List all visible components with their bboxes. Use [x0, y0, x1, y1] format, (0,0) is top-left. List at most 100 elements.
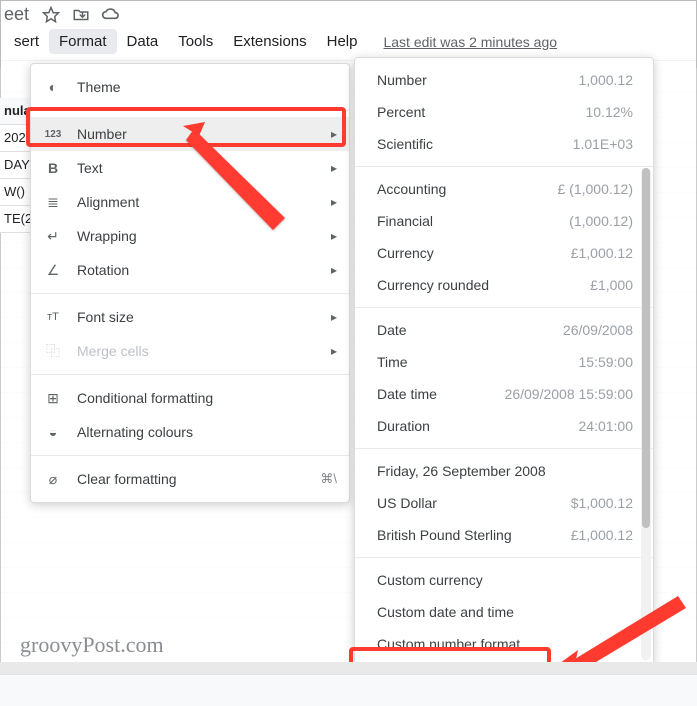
- menu-item-label: Number: [77, 126, 331, 142]
- format-example: (1,000.12): [569, 213, 633, 229]
- format-label: British Pound Sterling: [377, 527, 571, 543]
- menu-item-label: Alignment: [77, 194, 331, 210]
- menu-item-label: Text: [77, 160, 331, 176]
- number-format-currency[interactable]: Currency£1,000.12: [355, 237, 653, 269]
- number-format-custom-currency[interactable]: Custom currency: [355, 564, 653, 596]
- wrap-icon: ↵: [43, 226, 63, 246]
- menu-item-label: Merge cells: [77, 343, 331, 359]
- format-label: Financial: [377, 213, 569, 229]
- menu-item-number[interactable]: 123 Number▸: [31, 117, 349, 151]
- merge-icon: ⿻: [43, 341, 63, 361]
- format-label: Currency rounded: [377, 277, 590, 293]
- submenu-arrow-icon: ▸: [331, 310, 337, 324]
- number-format-currency-rounded[interactable]: Currency rounded£1,000: [355, 269, 653, 301]
- format-example: 26/09/2008 15:59:00: [505, 386, 633, 402]
- number-format-number[interactable]: Number1,000.12: [355, 64, 653, 96]
- menu-item-text[interactable]: B Text▸: [31, 151, 349, 185]
- format-label: Scientific: [377, 136, 573, 152]
- number-format-submenu: Number1,000.12Percent10.12%Scientific1.0…: [354, 57, 654, 667]
- format-example: 10.12%: [586, 104, 633, 120]
- menu-item-alternating-colours[interactable]: ◒ Alternating colours: [31, 415, 349, 449]
- menu-separator: [31, 374, 349, 375]
- menu-item-merge-cells: ⿻ Merge cells▸: [31, 334, 349, 368]
- format-example: 1,000.12: [579, 72, 634, 88]
- format-label: Custom number format: [377, 636, 633, 652]
- format-menu-dropdown: ◐Theme123Number▸BText▸≣Alignment▸↵Wrappi…: [30, 63, 350, 503]
- number-format-date[interactable]: Date26/09/2008: [355, 314, 653, 346]
- menu-item-font-size[interactable]: тT Font size▸: [31, 300, 349, 334]
- format-example: £1,000.12: [571, 245, 633, 261]
- submenu-separator: [355, 307, 653, 308]
- format-label: Duration: [377, 418, 579, 434]
- format-label: Custom date and time: [377, 604, 633, 620]
- format-label: US Dollar: [377, 495, 571, 511]
- menu-item-theme[interactable]: ◐ Theme: [31, 70, 349, 104]
- submenu-arrow-icon: ▸: [331, 195, 337, 209]
- format-label: Time: [377, 354, 579, 370]
- format-label: Number: [377, 72, 579, 88]
- menu-separator: [31, 455, 349, 456]
- menu-item-clear-formatting[interactable]: ⌀ Clear formatting⌘\: [31, 462, 349, 496]
- rotate-icon: ∠: [43, 260, 63, 280]
- number-format-us-dollar[interactable]: US Dollar$1,000.12: [355, 487, 653, 519]
- number-format-british-pound-sterling[interactable]: British Pound Sterling£1,000.12: [355, 519, 653, 551]
- align-icon: ≣: [43, 192, 63, 212]
- submenu-arrow-icon: ▸: [331, 161, 337, 175]
- horizontal-scrollbar[interactable]: [0, 662, 697, 674]
- altcolor-icon: ◒: [43, 422, 63, 442]
- number-format-custom-date-and-time[interactable]: Custom date and time: [355, 596, 653, 628]
- clear-icon: ⌀: [43, 469, 63, 489]
- menu-item-rotation[interactable]: ∠Rotation▸: [31, 253, 349, 287]
- format-example: 24:01:00: [579, 418, 634, 434]
- number-icon: 123: [43, 124, 63, 144]
- menu-separator: [31, 293, 349, 294]
- format-example: 15:59:00: [579, 354, 634, 370]
- menu-item-label: Rotation: [77, 262, 331, 278]
- menu-item-label: Font size: [77, 309, 331, 325]
- number-format-friday-26-september-2008[interactable]: Friday, 26 September 2008: [355, 455, 653, 487]
- number-format-scientific[interactable]: Scientific1.01E+03: [355, 128, 653, 160]
- submenu-separator: [355, 448, 653, 449]
- theme-icon: ◐: [43, 77, 63, 97]
- menu-item-conditional-formatting[interactable]: ⊞ Conditional formatting: [31, 381, 349, 415]
- submenu-separator: [355, 166, 653, 167]
- format-label: Accounting: [377, 181, 558, 197]
- format-example: £1,000.12: [571, 527, 633, 543]
- menu-item-alignment[interactable]: ≣ Alignment▸: [31, 185, 349, 219]
- format-label: Currency: [377, 245, 571, 261]
- format-example: $1,000.12: [571, 495, 633, 511]
- number-format-financial[interactable]: Financial(1,000.12): [355, 205, 653, 237]
- number-format-duration[interactable]: Duration24:01:00: [355, 410, 653, 442]
- number-format-custom-number-format[interactable]: Custom number format: [355, 628, 653, 660]
- watermark: groovyPost.com: [20, 632, 164, 658]
- submenu-scrollbar[interactable]: [641, 168, 651, 660]
- menu-item-wrapping[interactable]: ↵ Wrapping▸: [31, 219, 349, 253]
- menu-separator: [31, 110, 349, 111]
- format-label: Friday, 26 September 2008: [377, 463, 633, 479]
- menu-item-label: Wrapping: [77, 228, 331, 244]
- format-label: Date: [377, 322, 563, 338]
- sheet-tab-bar[interactable]: [0, 674, 697, 706]
- number-format-date-time[interactable]: Date time26/09/2008 15:59:00: [355, 378, 653, 410]
- format-label: Percent: [377, 104, 586, 120]
- number-format-accounting[interactable]: Accounting£ (1,000.12): [355, 173, 653, 205]
- menu-item-label: Conditional formatting: [77, 390, 337, 406]
- format-example: £ (1,000.12): [558, 181, 634, 197]
- number-format-percent[interactable]: Percent10.12%: [355, 96, 653, 128]
- format-example: 1.01E+03: [573, 136, 633, 152]
- format-label: Date time: [377, 386, 505, 402]
- menu-shortcut: ⌘\: [320, 471, 337, 487]
- submenu-arrow-icon: ▸: [331, 344, 337, 358]
- bold-icon: B: [43, 158, 63, 178]
- submenu-arrow-icon: ▸: [331, 229, 337, 243]
- fontsize-icon: тT: [43, 307, 63, 327]
- menu-item-label: Clear formatting: [77, 471, 320, 487]
- format-example: 26/09/2008: [563, 322, 633, 338]
- format-label: Custom currency: [377, 572, 633, 588]
- submenu-separator: [355, 557, 653, 558]
- menu-item-label: Theme: [77, 79, 337, 95]
- number-format-time[interactable]: Time15:59:00: [355, 346, 653, 378]
- submenu-arrow-icon: ▸: [331, 127, 337, 141]
- condfmt-icon: ⊞: [43, 388, 63, 408]
- menu-item-label: Alternating colours: [77, 424, 337, 440]
